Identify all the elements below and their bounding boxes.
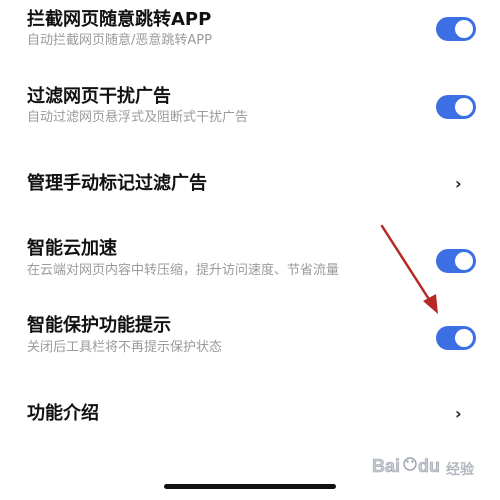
setting-row-protection-tip[interactable]: 智能保护功能提示 关闭后工具栏将不再提示保护状态 [0,310,500,370]
setting-title: 功能介绍 [27,403,99,424]
setting-title: 智能保护功能提示 [27,315,171,336]
setting-title: 过滤网页干扰广告 [27,86,171,107]
toggle-knob [455,252,473,270]
setting-subtitle: 自动拦截网页随意/恶意跳转APP [27,33,212,48]
settings-screen: 拦截网页随意跳转APP 自动拦截网页随意/恶意跳转APP 过滤网页干扰广告 自动… [0,0,500,500]
setting-row-manage-marked-ads[interactable]: 管理手动标记过滤广告 › [0,160,500,210]
toggle-knob [455,20,473,38]
svg-text:du: du [418,456,440,476]
toggle-knob [455,98,473,116]
setting-title: 管理手动标记过滤广告 [27,173,207,194]
chevron-right-icon: › [455,174,462,193]
baidu-jingyan-watermark: Bai du 经验 [370,448,480,488]
setting-subtitle: 自动过滤网页悬浮式及阻断式干扰广告 [27,110,249,125]
setting-title: 智能云加速 [27,238,117,259]
toggle-switch-on[interactable] [436,326,476,350]
watermark-text: 经验 [446,462,474,478]
chevron-right-icon: › [455,404,462,423]
setting-subtitle: 关闭后工具栏将不再提示保护状态 [27,340,223,355]
setting-row-filter-ads[interactable]: 过滤网页干扰广告 自动过滤网页悬浮式及阻断式干扰广告 [0,80,500,140]
setting-title: 拦截网页随意跳转APP [27,9,212,30]
home-indicator[interactable] [164,484,336,489]
setting-subtitle: 在云端对网页内容中转压缩，提升访问速度、节省流量 [27,263,340,278]
toggle-switch-on[interactable] [436,95,476,119]
toggle-switch-on[interactable] [436,17,476,41]
setting-row-block-app-jump[interactable]: 拦截网页随意跳转APP 自动拦截网页随意/恶意跳转APP [0,0,500,60]
svg-text:Bai: Bai [372,456,400,476]
toggle-knob [455,329,473,347]
setting-row-feature-intro[interactable]: 功能介绍 › [0,390,500,440]
baidu-logo-icon: Bai du 经验 [372,456,475,479]
setting-row-cloud-acceleration[interactable]: 智能云加速 在云端对网页内容中转压缩，提升访问速度、节省流量 [0,232,500,292]
toggle-switch-on[interactable] [436,249,476,273]
